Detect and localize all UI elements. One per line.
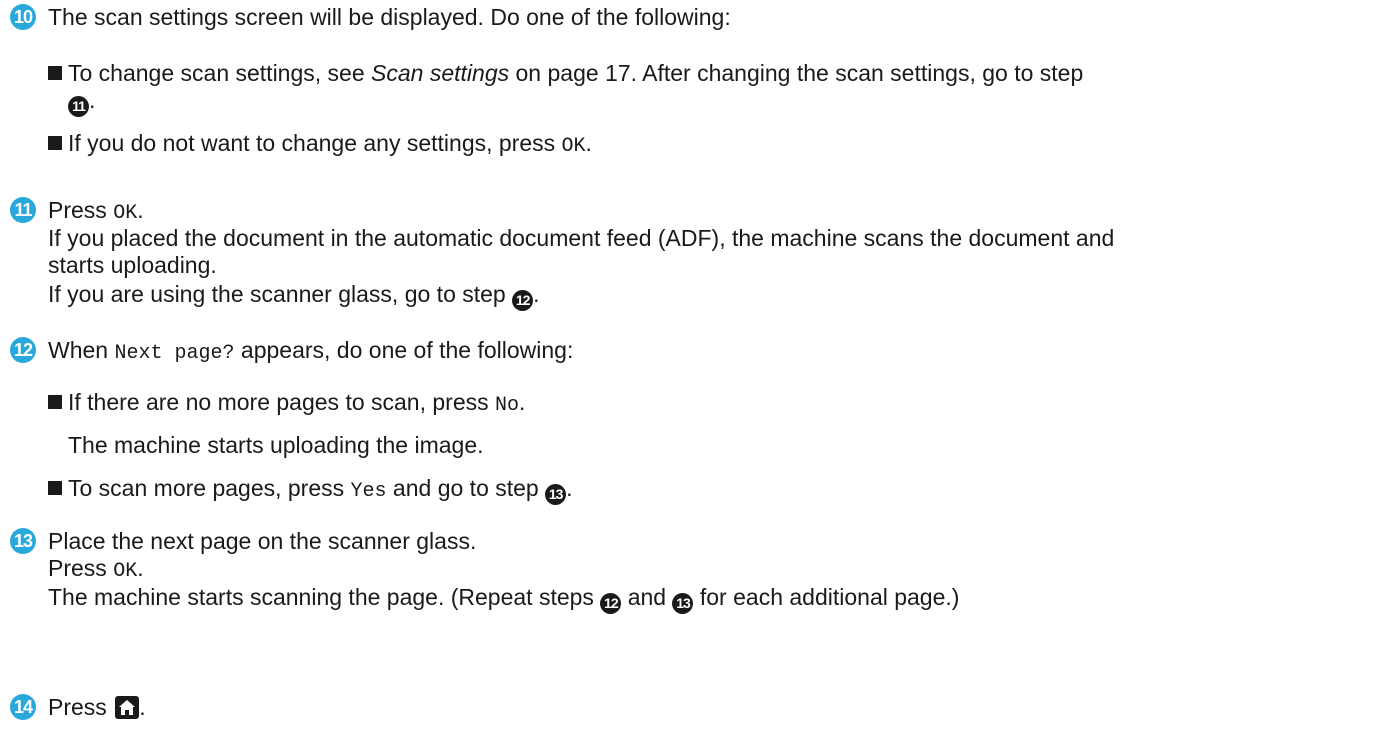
step-text: The scan settings screen will be display… [48, 4, 731, 30]
cross-reference-link[interactable]: Scan settings [371, 60, 509, 86]
bullet-marker [48, 395, 62, 409]
bullet-text: If there are no more pages to scan, pres… [68, 389, 526, 417]
button-name-code: OK [113, 202, 138, 225]
step-number-badge: 13 [10, 528, 36, 554]
step-reference-badge: 13 [672, 593, 694, 614]
bullet-text: If you do not want to change any setting… [68, 130, 592, 158]
step-text: Place the next page on the scanner glass… [48, 528, 477, 554]
button-name-code: Yes [350, 480, 387, 503]
bullet-marker [48, 481, 62, 495]
step-text: When Next page? appears, do one of the f… [48, 337, 574, 365]
bullet-text: To change scan settings, see Scan settin… [68, 60, 1084, 86]
bullet-text: To scan more pages, press Yes and go to … [68, 475, 573, 505]
button-name-code: OK [561, 135, 586, 158]
step-text: Press OK. [48, 555, 144, 583]
step-text: If you are using the scanner glass, go t… [48, 281, 540, 311]
step-reference-badge: 12 [600, 593, 622, 614]
button-name-code: OK [113, 560, 138, 583]
step-text: starts uploading. [48, 252, 217, 278]
bullet-marker [48, 66, 62, 80]
step-text: The machine starts scanning the page. (R… [48, 584, 959, 614]
bullet-text-continued: 11. [68, 87, 95, 117]
step-text: Press OK. [48, 197, 144, 225]
step-number-badge: 11 [10, 197, 36, 223]
step-number-badge: 12 [10, 337, 36, 363]
step-number-badge: 14 [10, 694, 36, 720]
home-icon [115, 696, 140, 719]
button-name-code: No [495, 394, 520, 417]
bullet-marker [48, 136, 62, 150]
step-number-badge: 10 [10, 4, 36, 30]
step-reference-badge: 13 [545, 484, 567, 505]
screen-message-code: Next page? [114, 342, 235, 365]
bullet-subtext: The machine starts uploading the image. [68, 432, 484, 458]
step-text: Press . [48, 694, 146, 720]
step-reference-badge: 11 [68, 96, 89, 117]
step-reference-badge: 12 [512, 290, 534, 311]
step-text: If you placed the document in the automa… [48, 225, 1115, 251]
